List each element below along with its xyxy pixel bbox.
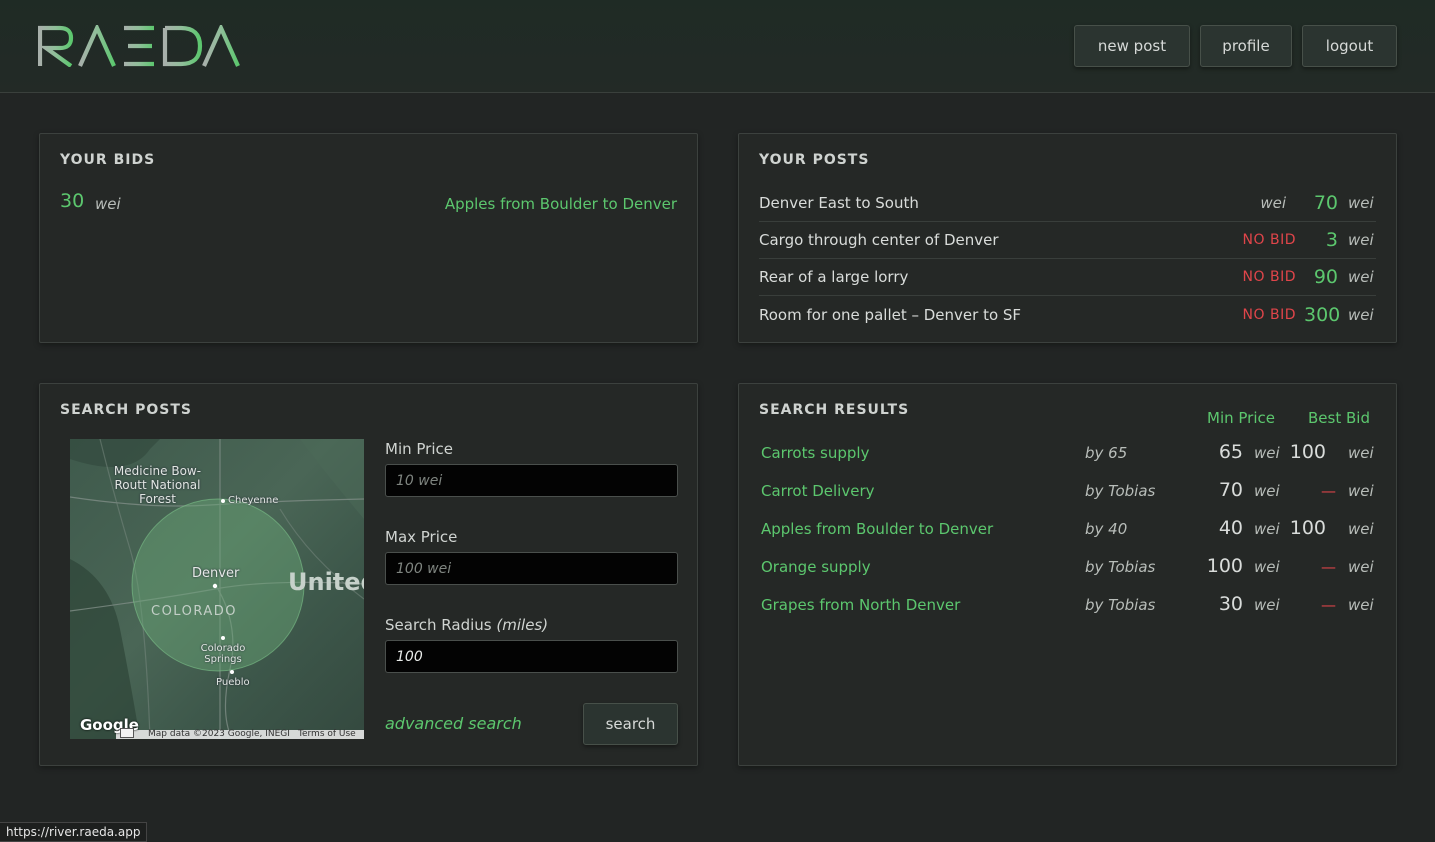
post-row[interactable]: Rear of a large lorry NO BID 90 wei [759,259,1376,296]
result-min-unit: wei [1254,520,1280,538]
app-header: new post profile logout [0,0,1435,93]
result-min-price: 100 [1206,555,1243,577]
result-row[interactable]: Carrot Delivery by Tobias 70 wei — wei [759,476,1376,506]
col-header-min-price: Min Price [1207,409,1275,427]
search-posts-title: SEARCH POSTS [60,402,193,418]
post-price-unit: wei [1348,231,1374,249]
result-min-unit: wei [1254,444,1280,462]
search-results-panel: SEARCH RESULTS Min Price Best Bid Carrot… [738,383,1397,766]
post-price-unit: wei [1348,268,1374,286]
result-row[interactable]: Orange supply by Tobias 100 wei — wei [759,552,1376,582]
result-author: by Tobias [1085,558,1156,576]
result-title[interactable]: Grapes from North Denver [761,596,960,614]
result-min-price: 65 [1218,441,1243,463]
result-min-price: 40 [1218,517,1243,539]
post-title: Denver East to South [759,194,919,212]
post-row[interactable]: Cargo through center of Denver NO BID 3 … [759,222,1376,259]
map-label-united: United [288,568,364,596]
post-price: 3 [1325,229,1338,251]
post-price: 300 [1304,303,1341,326]
result-title[interactable]: Carrot Delivery [761,482,875,500]
post-row[interactable]: Room for one pallet – Denver to SF NO BI… [759,296,1376,333]
post-row[interactable]: Denver East to South wei 70 wei [759,185,1376,222]
search-button[interactable]: search [583,703,678,745]
post-price-unit: wei [1348,305,1374,324]
result-best-bid: — [1321,558,1336,576]
result-bid-unit: wei [1348,444,1374,462]
result-min-unit: wei [1254,596,1280,614]
keyboard-icon[interactable] [120,728,134,738]
post-price: 90 [1313,266,1338,288]
your-bids-panel: YOUR BIDS 30 wei Apples from Boulder to … [39,133,698,343]
status-bar-url: https://river.raeda.app [0,822,148,842]
result-min-unit: wei [1254,558,1280,576]
result-author: by Tobias [1085,596,1156,614]
post-status: wei [1260,194,1286,212]
result-row[interactable]: Grapes from North Denver by Tobias 30 we… [759,590,1376,620]
post-title: Cargo through center of Denver [759,231,999,249]
map-label-cheyenne: Cheyenne [228,495,279,506]
result-row[interactable]: Apples from Boulder to Denver by 40 40 w… [759,514,1376,544]
logout-button[interactable]: logout [1302,25,1397,67]
post-status: NO BID [1242,306,1296,323]
result-best-bid: 100 [1289,441,1326,463]
map-label-colorado: COLORADO [151,604,237,619]
your-bids-title: YOUR BIDS [60,152,156,168]
search-results-title: SEARCH RESULTS [759,402,910,418]
post-status: NO BID [1242,269,1296,285]
map[interactable]: Medicine Bow-Routt National Forest Cheye… [70,439,364,739]
bid-post-link[interactable]: Apples from Boulder to Denver [445,195,677,213]
max-price-label: Max Price [385,528,458,546]
result-bid-unit: wei [1348,596,1374,614]
search-radius-label: Search Radius (miles) [385,616,548,634]
result-bid-unit: wei [1348,482,1374,500]
post-price: 70 [1313,192,1338,214]
col-header-best-bid: Best Bid [1308,409,1370,427]
post-status: NO BID [1242,232,1296,248]
map-label-pueblo: Pueblo [216,677,250,688]
min-price-input[interactable] [385,464,678,497]
map-label-colorado-springs: Colorado Springs [200,643,246,665]
search-posts-panel: SEARCH POSTS Medicine Bow-Routt National… [39,383,698,766]
bid-unit: wei [95,195,121,213]
min-price-label: Min Price [385,440,453,458]
search-radius-input[interactable] [385,640,678,673]
search-radius-label-text: Search Radius [385,616,492,634]
your-posts-panel: YOUR POSTS Denver East to South wei 70 w… [738,133,1397,343]
result-title[interactable]: Orange supply [761,558,871,576]
map-label-forest: Medicine Bow-Routt National Forest [113,464,202,506]
result-min-price: 30 [1218,593,1243,615]
search-radius-unit: (miles) [496,616,549,634]
result-author: by 40 [1085,520,1128,538]
result-min-unit: wei [1254,482,1280,500]
result-title[interactable]: Carrots supply [761,444,869,462]
max-price-input[interactable] [385,552,678,585]
result-author: by 65 [1085,444,1128,462]
raeda-logo[interactable] [38,25,240,67]
map-attribution: Map data ©2023 Google, INEGI [148,729,290,739]
result-author: by Tobias [1085,482,1156,500]
post-title: Rear of a large lorry [759,268,909,286]
result-title[interactable]: Apples from Boulder to Denver [761,520,993,538]
bid-amount: 30 [60,190,85,212]
post-title: Room for one pallet – Denver to SF [759,305,1022,324]
result-best-bid: — [1321,596,1336,614]
advanced-search-link[interactable]: advanced search [385,714,522,733]
result-bid-unit: wei [1348,520,1374,538]
post-price-unit: wei [1348,194,1374,212]
map-terms-link[interactable]: Terms of Use [298,729,356,739]
result-min-price: 70 [1218,479,1243,501]
bid-item[interactable]: 30 wei Apples from Boulder to Denver [60,190,677,218]
result-best-bid: 100 [1289,517,1326,539]
profile-button[interactable]: profile [1200,25,1292,67]
map-label-denver: Denver [192,566,240,581]
result-row[interactable]: Carrots supply by 65 65 wei 100 wei [759,438,1376,468]
result-bid-unit: wei [1348,558,1374,576]
result-best-bid: — [1321,482,1336,500]
your-posts-title: YOUR POSTS [759,152,870,168]
new-post-button[interactable]: new post [1074,25,1190,67]
